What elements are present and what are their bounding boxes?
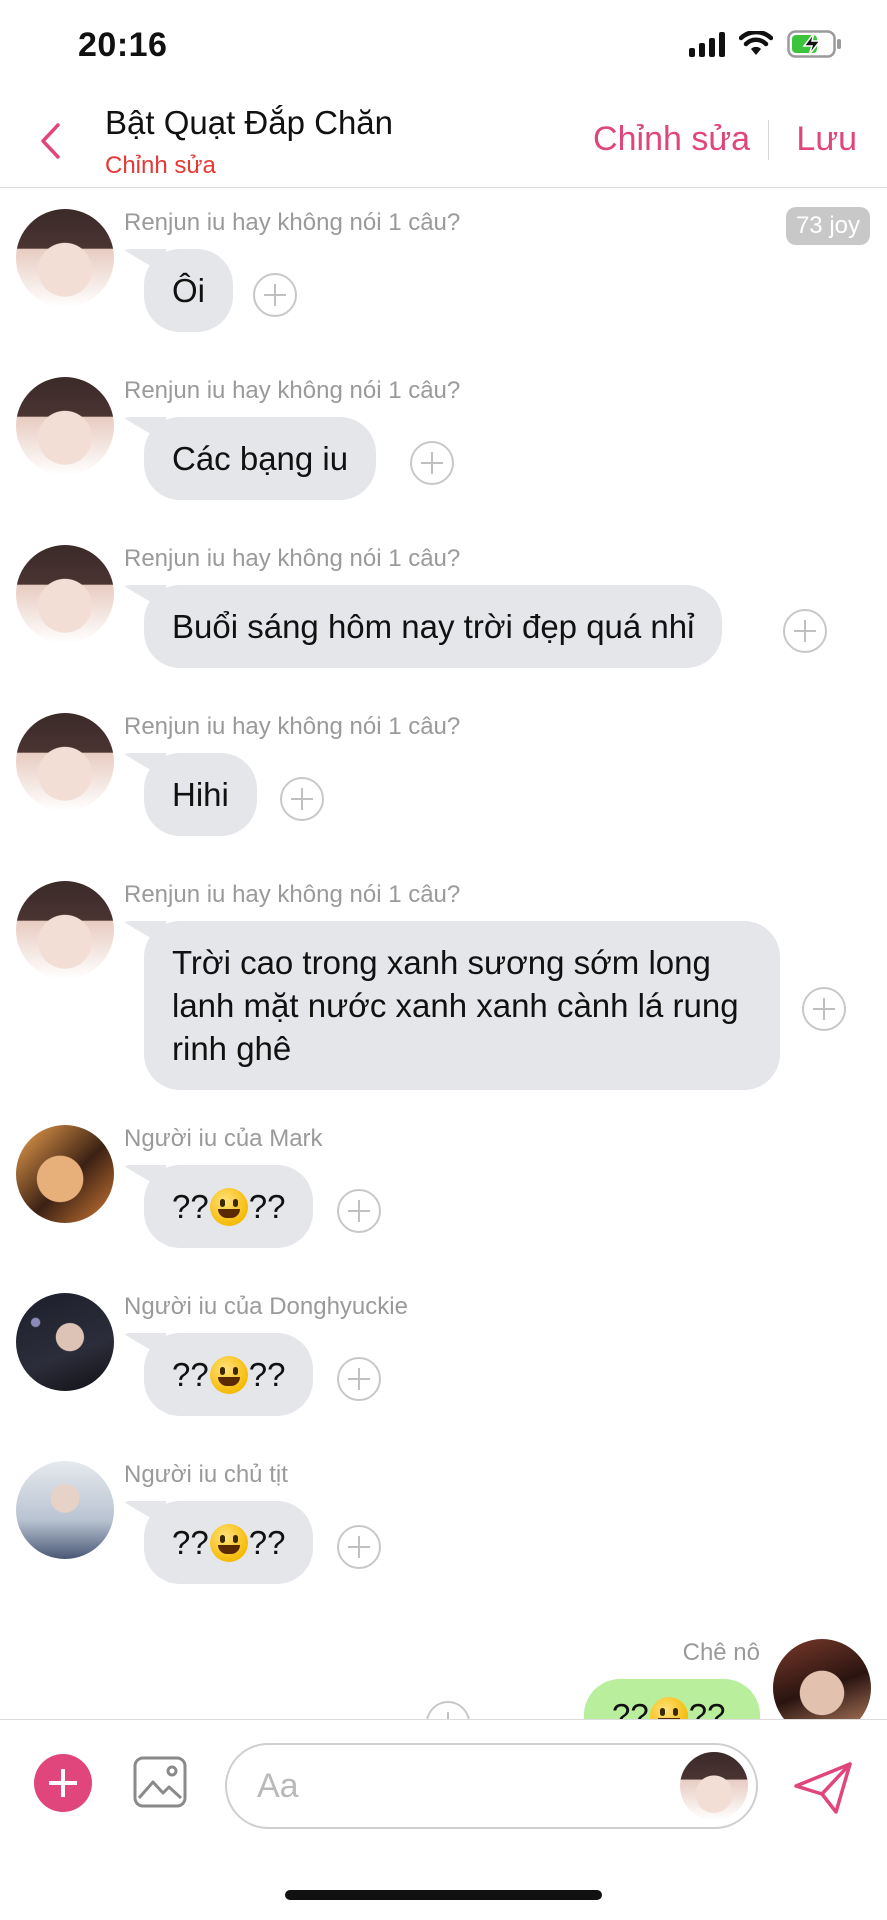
message-bubble[interactable]: Hihi (144, 753, 257, 836)
send-button[interactable] (792, 1760, 854, 1816)
own-message-bubble[interactable]: ???? (584, 1679, 760, 1719)
battery-charging-icon (787, 30, 843, 58)
message-input[interactable] (257, 1763, 657, 1809)
avatar[interactable] (16, 1125, 114, 1223)
grinning-face-emoji (649, 1697, 688, 1719)
message-text: ?? (172, 1188, 209, 1225)
avatar[interactable] (16, 1461, 114, 1559)
image-picker-button[interactable] (132, 1755, 188, 1809)
message-text: ?? (612, 1697, 649, 1719)
message-list[interactable]: 73 joy Renjun iu hay không nói 1 câu? Ôi… (0, 189, 887, 1719)
image-icon (133, 1756, 187, 1808)
sender-name: Renjun iu hay không nói 1 câu? (124, 377, 461, 404)
sender-name: Người iu của Mark (124, 1125, 323, 1152)
chevron-left-icon (41, 123, 60, 159)
avatar[interactable] (16, 1293, 114, 1391)
wifi-icon (739, 31, 773, 57)
add-reaction-icon[interactable] (802, 987, 846, 1031)
save-button[interactable]: Lưu (796, 120, 857, 159)
avatar[interactable] (16, 377, 114, 475)
header-divider (768, 120, 769, 160)
add-reaction-icon[interactable] (410, 441, 454, 485)
message-text: ?? (688, 1697, 726, 1719)
composer-bar (0, 1719, 887, 1920)
add-reaction-icon[interactable] (426, 1701, 470, 1719)
message-text: ?? (172, 1356, 209, 1393)
message-bubble[interactable]: ???? (144, 1501, 314, 1584)
message-bubble[interactable]: Các bạng iu (144, 417, 377, 500)
add-reaction-icon[interactable] (783, 609, 827, 653)
conversation-subtitle[interactable]: Chỉnh sửa (105, 152, 216, 180)
home-indicator (285, 1890, 602, 1900)
message-input-wrapper (225, 1743, 758, 1829)
message-bubble[interactable]: Ôi (144, 249, 233, 332)
avatar[interactable] (16, 545, 114, 643)
add-attachment-button[interactable] (34, 1754, 92, 1812)
grinning-face-emoji (209, 1188, 248, 1226)
chat-header: Bật Quạt Đắp Chăn Chỉnh sửa Chỉnh sửa Lư… (0, 96, 887, 188)
message-text: ?? (248, 1524, 286, 1561)
back-button[interactable] (30, 116, 70, 166)
add-reaction-icon[interactable] (253, 273, 297, 317)
status-icons (689, 30, 843, 58)
message-bubble[interactable]: Trời cao trong xanh sương sớm long lanh … (144, 921, 780, 1090)
add-reaction-icon[interactable] (280, 777, 324, 821)
own-avatar[interactable] (773, 1639, 871, 1719)
message-bubble[interactable]: ???? (144, 1333, 314, 1416)
sender-name: Renjun iu hay không nói 1 câu? (124, 713, 461, 740)
send-icon (794, 1762, 852, 1814)
add-reaction-icon[interactable] (337, 1525, 381, 1569)
sender-name: Renjun iu hay không nói 1 câu? (124, 545, 461, 572)
own-sender-name: Chê nô (682, 1639, 760, 1666)
cellular-signal-icon (689, 31, 725, 57)
message-bubble[interactable]: Buổi sáng hôm nay trời đẹp quá nhỉ (144, 585, 723, 668)
status-bar: 20:16 (0, 0, 887, 96)
conversation-title: Bật Quạt Đắp Chăn (105, 104, 394, 141)
avatar[interactable] (16, 209, 114, 307)
status-time: 20:16 (78, 26, 168, 64)
edit-button[interactable]: Chỉnh sửa (593, 120, 750, 159)
avatar[interactable] (16, 881, 114, 979)
add-reaction-icon[interactable] (337, 1357, 381, 1401)
message-bubble[interactable]: ???? (144, 1165, 314, 1248)
message-text: ?? (248, 1188, 286, 1225)
message-text: ?? (172, 1524, 209, 1561)
sender-name: Người iu của Donghyuckie (124, 1293, 408, 1320)
persona-avatar[interactable] (680, 1752, 748, 1820)
sender-name: Người iu chủ tịt (124, 1461, 288, 1488)
joy-count-badge: 73 joy (785, 207, 870, 245)
avatar[interactable] (16, 713, 114, 811)
sender-name: Renjun iu hay không nói 1 câu? (124, 881, 461, 908)
grinning-face-emoji (209, 1524, 248, 1562)
sender-name: Renjun iu hay không nói 1 câu? (124, 209, 461, 236)
message-text: ?? (248, 1356, 286, 1393)
grinning-face-emoji (209, 1356, 248, 1394)
add-reaction-icon[interactable] (337, 1189, 381, 1233)
